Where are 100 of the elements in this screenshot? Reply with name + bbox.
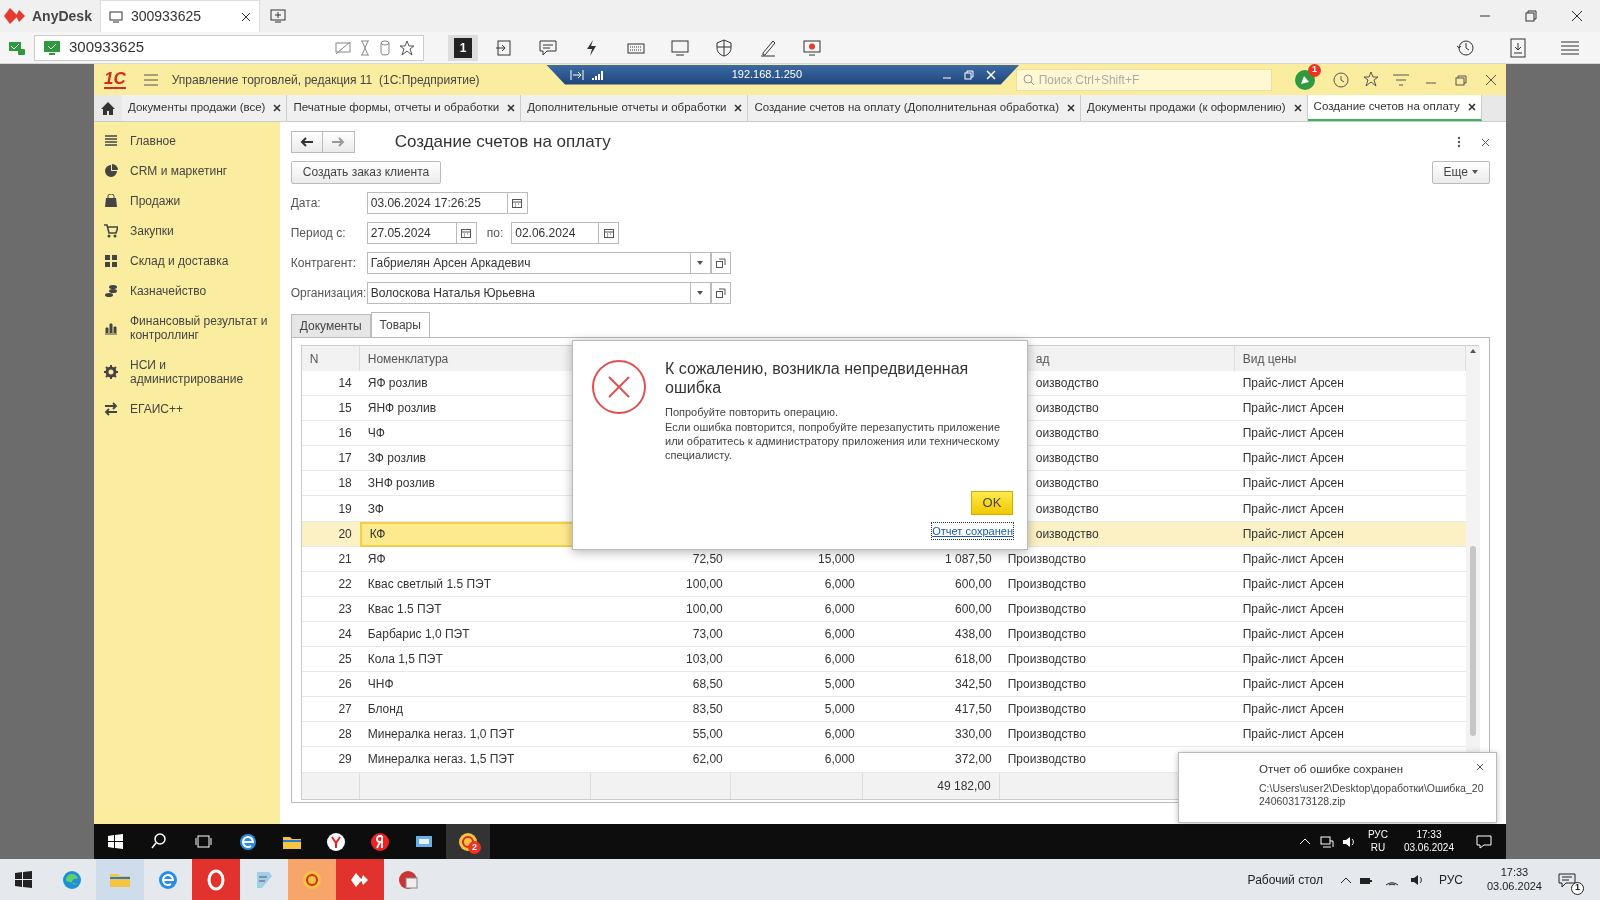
hourglass-icon[interactable] xyxy=(359,39,371,56)
sidebar-item[interactable]: Казначейство xyxy=(94,276,280,306)
dialog-title: К сожалению, возникла непредвиденная ошибка xyxy=(665,359,970,398)
page-tab[interactable]: Создание счетов на оплату xyxy=(1307,95,1482,121)
close-icon[interactable] xyxy=(1066,104,1075,112)
globe-app-icon[interactable] xyxy=(397,868,419,891)
table-cell[interactable]: Барбарис 1,0 ПЭТ xyxy=(359,621,591,648)
browser-wave-icon[interactable] xyxy=(61,868,83,891)
page-tab[interactable]: Документы продажи (к оформлению) xyxy=(1080,95,1308,121)
shield-icon[interactable] xyxy=(715,38,733,57)
sidebar-item[interactable]: НСИ и администрирование xyxy=(94,350,280,394)
windows-icon[interactable] xyxy=(13,868,35,891)
monitor-button[interactable]: 1 xyxy=(448,34,478,61)
dropdown-icon[interactable] xyxy=(697,291,704,295)
restore-icon[interactable] xyxy=(963,69,974,80)
close-icon[interactable] xyxy=(734,104,743,112)
session-tab[interactable]: 300933625 xyxy=(99,0,260,32)
history-icon[interactable] xyxy=(1332,70,1350,89)
table-cell: 342,50 xyxy=(862,672,1000,698)
history-icon[interactable] xyxy=(1456,37,1476,58)
select-field[interactable]: Волоскова Наталья Юрьевна xyxy=(366,282,691,304)
sidebar-item[interactable]: Продажи xyxy=(94,186,280,216)
close-icon[interactable] xyxy=(507,104,516,112)
toolbar-label[interactable]: Рабочий стол xyxy=(1247,870,1323,889)
page-tab[interactable]: Дополнительные отчеты и обработки xyxy=(521,95,749,121)
network-icon[interactable] xyxy=(1319,834,1334,849)
calendar-icon[interactable] xyxy=(603,228,614,238)
sidebar-item[interactable]: Склад и доставка xyxy=(94,246,280,276)
table-cell: 438,00 xyxy=(862,621,1000,648)
cylinder-icon[interactable] xyxy=(379,39,391,56)
date-field[interactable]: 27.05.2024 xyxy=(366,222,457,244)
close-icon[interactable] xyxy=(1467,103,1476,111)
clock[interactable]: 17:33 03.06.2024 xyxy=(1486,865,1542,894)
record-icon[interactable] xyxy=(803,38,821,57)
table-cell: Прайс-лист Арсен xyxy=(1234,647,1466,673)
date-field[interactable]: 03.06.2024 17:26:25 xyxy=(366,192,508,214)
table-cell[interactable]: ЧНФ xyxy=(359,672,591,698)
star-icon[interactable] xyxy=(1362,70,1380,89)
more-icon[interactable] xyxy=(1457,136,1461,148)
more-button[interactable]: Еще xyxy=(1431,160,1490,184)
windows-icon[interactable] xyxy=(106,831,126,852)
table-cell: Прайс-лист Арсен xyxy=(1234,421,1466,447)
date-field[interactable]: 02.06.2024 xyxy=(511,222,600,244)
y-browser-icon[interactable] xyxy=(326,831,346,852)
table-cell[interactable]: Квас светлый 1.5 ПЭТ xyxy=(359,571,591,597)
open-window-icon[interactable] xyxy=(715,288,726,298)
sidebar-item[interactable]: Финансовый результат и контроллинг xyxy=(94,306,280,350)
calendar-icon[interactable] xyxy=(461,228,472,238)
dropdown-icon[interactable] xyxy=(697,261,704,265)
page-tab[interactable]: Документы продажи (все) xyxy=(122,95,288,121)
close-icon[interactable] xyxy=(273,104,282,112)
sidebar-item[interactable]: Закупки xyxy=(94,216,280,246)
language-indicator[interactable]: РУС RU xyxy=(1367,829,1388,854)
pen-icon[interactable] xyxy=(759,38,777,57)
browser-e-icon[interactable] xyxy=(238,831,258,852)
sidebar-item[interactable]: CRM и маркетинг xyxy=(94,156,280,186)
sidebar-item[interactable]: ЕГАИС++ xyxy=(94,394,280,424)
chat-icon[interactable] xyxy=(539,38,557,57)
page-tab[interactable]: Печатные формы, отчеты и обработки xyxy=(287,95,522,121)
language-indicator[interactable]: РУС xyxy=(1438,870,1463,889)
back-button[interactable] xyxy=(290,131,323,153)
ok-button[interactable]: OK xyxy=(971,490,1013,515)
star-icon[interactable] xyxy=(399,39,415,56)
table-cell[interactable]: Квас 1.5 ПЭТ xyxy=(359,596,591,622)
calendar-icon[interactable] xyxy=(512,198,523,208)
o-browser-icon[interactable] xyxy=(205,868,227,891)
table-cell[interactable]: Кола 1,5 ПЭТ xyxy=(359,647,591,673)
page-tab[interactable]: Создание счетов на оплату (Дополнительная обработка) xyxy=(748,95,1081,121)
open-window-icon[interactable] xyxy=(715,258,726,268)
close-icon[interactable] xyxy=(1476,763,1484,771)
close-icon[interactable] xyxy=(1570,9,1584,23)
download-book-icon[interactable] xyxy=(1508,37,1528,58)
home-icon[interactable] xyxy=(101,101,115,115)
close-icon[interactable] xyxy=(1481,137,1490,147)
form-tab[interactable]: Товары xyxy=(370,312,430,337)
select-field[interactable]: Габриелян Арсен Аркадевич xyxy=(366,252,691,274)
form-tab[interactable]: Документы xyxy=(290,314,371,337)
address-field[interactable]: 300933625 xyxy=(34,34,424,61)
monitor-icon[interactable] xyxy=(671,38,689,57)
table-cell[interactable]: Минералка негаз. 1,5 ПЭТ xyxy=(359,747,591,773)
table-cell: 417,50 xyxy=(862,697,1000,723)
action-center-icon[interactable] xyxy=(1558,872,1576,889)
volume-icon[interactable] xyxy=(1341,834,1356,849)
close-icon[interactable] xyxy=(1293,104,1302,112)
new-tab-icon[interactable] xyxy=(269,9,286,23)
table-cell[interactable]: Минералка негаз. 1,0 ПЭТ xyxy=(359,722,591,748)
action-center-icon[interactable] xyxy=(1476,833,1492,850)
table-cell[interactable]: Блонд xyxy=(359,697,591,723)
table-cell: 21 xyxy=(301,546,360,572)
close-icon[interactable] xyxy=(240,11,251,22)
sidebar-item[interactable]: Главное xyxy=(94,126,280,156)
field-label: Контрагент: xyxy=(290,255,358,272)
bell-icon[interactable] xyxy=(1294,68,1316,91)
create-order-button[interactable]: Создать заказ клиента xyxy=(290,160,442,184)
restore-icon[interactable] xyxy=(1524,9,1538,23)
y-letter-icon[interactable] xyxy=(370,831,390,852)
clock[interactable]: 17:33 03.06.2024 xyxy=(1403,829,1454,854)
pin-icon[interactable] xyxy=(570,69,585,80)
hidden-screen-icon[interactable] xyxy=(335,40,351,55)
file-transfer-icon[interactable] xyxy=(495,38,513,57)
